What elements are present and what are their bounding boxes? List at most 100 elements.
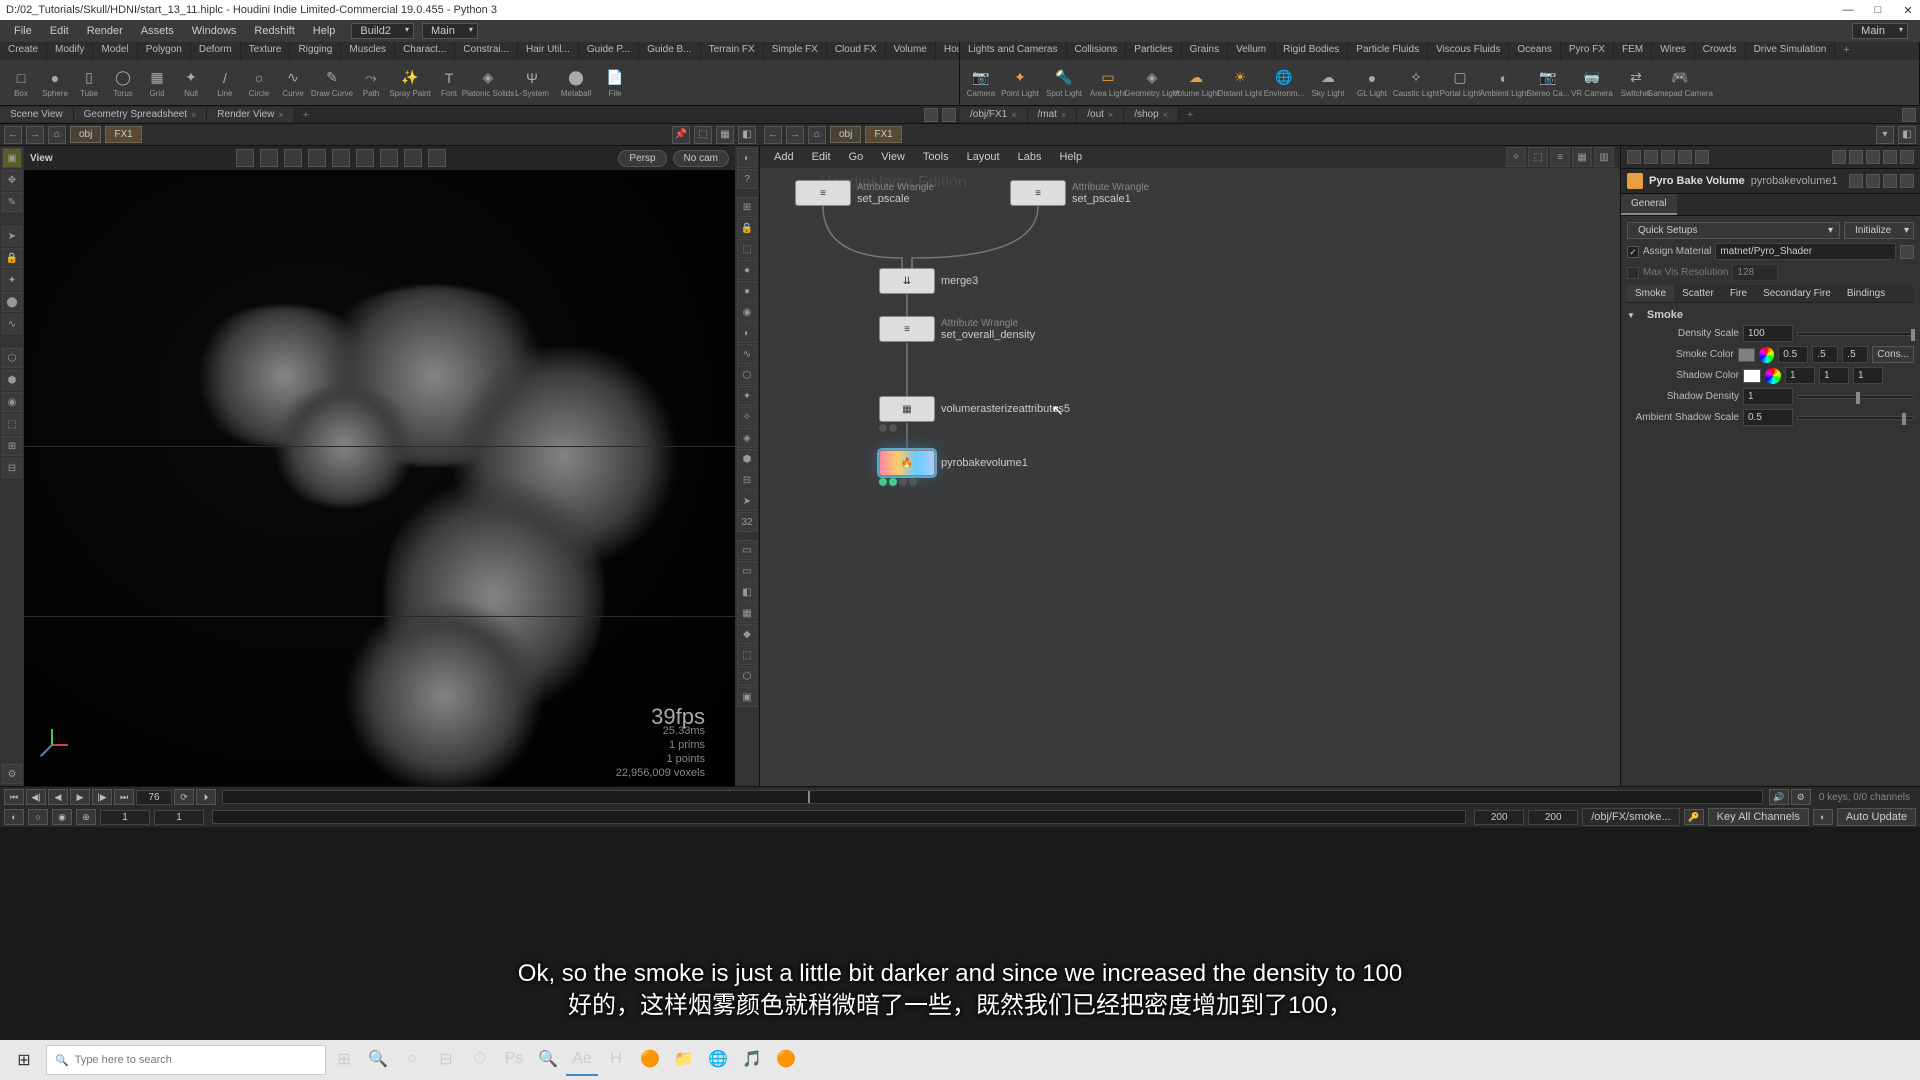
timeline-playrev-button[interactable]: ◀ [48, 789, 68, 805]
taskbar-app-icon[interactable]: 📁 [668, 1044, 700, 1076]
display-opt-icon[interactable]: ∿ [737, 344, 757, 364]
key-all-channels-button[interactable]: Key All Channels [1708, 808, 1809, 826]
timeline-play-button[interactable]: ▶ [70, 789, 90, 805]
path-home-icon[interactable]: ⌂ [808, 126, 826, 144]
shelf-tab[interactable]: Polygon [138, 42, 191, 60]
display-opt-icon[interactable]: ▭ [737, 561, 757, 581]
display-opt-icon[interactable]: ◐ [737, 148, 757, 168]
shelf-tab[interactable]: Houdini [936, 42, 960, 60]
shelf-tool-box[interactable]: □Box [4, 62, 38, 103]
shelf-tool-environm-[interactable]: 🌐Environm... [1262, 62, 1306, 103]
smoke-color-r-input[interactable] [1778, 346, 1808, 363]
shelf-tool-gl-light[interactable]: ●GL Light [1350, 62, 1394, 103]
shelf-tab[interactable]: Charact... [395, 42, 455, 60]
path-seg-obj[interactable]: obj [830, 126, 861, 143]
max-vis-input[interactable] [1732, 264, 1778, 281]
close-icon[interactable]: × [1011, 110, 1016, 120]
shelf-tool-spot-light[interactable]: 🔦Spot Light [1042, 62, 1086, 103]
taskbar-search[interactable]: 🔍 Type here to search [46, 1045, 326, 1075]
tool-icon[interactable]: ✦ [2, 270, 22, 290]
chevron-down-icon[interactable]: ▼ [1627, 311, 1635, 320]
display-opt-icon[interactable]: 32 [737, 512, 757, 532]
quick-setups-dropdown[interactable]: Quick Setups▾ [1627, 222, 1840, 239]
shelf-tool-circle[interactable]: ○Circle [242, 62, 276, 103]
frame-end-input[interactable] [1474, 810, 1524, 825]
timeline-track[interactable] [222, 790, 1763, 804]
subtab-fire[interactable]: Fire [1722, 285, 1755, 302]
display-opt-icon[interactable]: ⬢ [737, 449, 757, 469]
pane-tab-render-view[interactable]: Render View× [207, 107, 294, 122]
param-toolbar-icon[interactable] [1695, 150, 1709, 164]
param-toolbar-icon[interactable] [1832, 150, 1846, 164]
shelf-tab[interactable]: Vellum [1228, 42, 1275, 60]
smoke-color-b-input[interactable] [1842, 346, 1868, 363]
param-toolbar-icon[interactable] [1678, 150, 1692, 164]
camera-persp-dropdown[interactable]: Persp [618, 150, 666, 167]
param-toolbar-icon[interactable] [1661, 150, 1675, 164]
shelf-tool-point-light[interactable]: ✦Point Light [998, 62, 1042, 103]
search-icon[interactable] [1883, 174, 1897, 188]
shelf-tool-area-light[interactable]: ▭Area Light [1086, 62, 1130, 103]
shelf-tool-sky-light[interactable]: ☁Sky Light [1306, 62, 1350, 103]
shelf-tool-gamepad-camera[interactable]: 🎮Gamepad Camera [1658, 62, 1702, 103]
display-opt-icon[interactable]: ? [737, 169, 757, 189]
color-picker-icon[interactable] [1759, 347, 1774, 363]
taskbar-app-icon[interactable]: Ps [498, 1044, 530, 1076]
menu-help[interactable]: Help [305, 23, 344, 39]
snap-tool-icon[interactable]: ⬡ [2, 348, 22, 368]
display-opt-icon[interactable]: ➤ [737, 491, 757, 511]
timeline-opt-icon[interactable]: ○ [28, 809, 48, 825]
window-minimize[interactable]: — [1842, 4, 1854, 17]
net-menu-edit[interactable]: Edit [804, 149, 839, 165]
menu-render[interactable]: Render [79, 23, 131, 39]
shadow-color-b-input[interactable] [1853, 367, 1883, 384]
pane-tab-out[interactable]: /out× [1077, 107, 1124, 122]
path-back-button[interactable]: ← [764, 126, 782, 144]
shelf-tab[interactable]: Model [93, 42, 137, 60]
close-icon[interactable]: × [191, 110, 196, 120]
node-merge3[interactable]: ⇊ merge3 [879, 268, 978, 294]
taskbar-app-icon[interactable]: ⏱ [464, 1044, 496, 1076]
taskbar-app-icon[interactable]: 🔍 [362, 1044, 394, 1076]
shelf-tool-sphere[interactable]: ●Sphere [38, 62, 72, 103]
viewport-display-icon[interactable] [428, 149, 446, 167]
snap-tool-icon[interactable]: ⬢ [2, 370, 22, 390]
shelf-tool-tube[interactable]: ▯Tube [72, 62, 106, 103]
current-frame-input[interactable] [136, 790, 172, 805]
shadow-density-input[interactable] [1743, 388, 1793, 405]
gear-icon[interactable] [1849, 174, 1863, 188]
frame-range-track[interactable] [212, 810, 1466, 824]
shelf-tab[interactable]: Crowds [1695, 42, 1746, 60]
path-pin-icon[interactable]: 📌 [672, 126, 690, 144]
close-icon[interactable]: × [1163, 110, 1168, 120]
pane-tab-shop[interactable]: /shop× [1124, 107, 1179, 122]
pane-tab-obj-fx1[interactable]: /obj/FX1× [960, 107, 1028, 122]
viewport-display-icon[interactable] [236, 149, 254, 167]
taskbar-app-icon[interactable]: H [600, 1044, 632, 1076]
arrow-tool-icon[interactable]: ➤ [2, 226, 22, 246]
shelf-tool-caustic-light[interactable]: ✧Caustic Light [1394, 62, 1438, 103]
close-icon[interactable]: × [1061, 110, 1066, 120]
shelf-tool-null[interactable]: ✦Null [174, 62, 208, 103]
desktop-selector-1[interactable]: Build2 [351, 23, 414, 39]
shadow-color-swatch[interactable] [1743, 369, 1761, 383]
param-toolbar-icon[interactable] [1883, 150, 1897, 164]
param-toolbar-icon[interactable] [1627, 150, 1641, 164]
shelf-tool-curve[interactable]: ∿Curve [276, 62, 310, 103]
shelf-tab[interactable]: Modify [47, 42, 93, 60]
shelf-tab[interactable]: Wires [1652, 42, 1695, 60]
density-scale-input[interactable] [1743, 325, 1793, 342]
net-menu-view[interactable]: View [873, 149, 913, 165]
window-close[interactable]: ✕ [1902, 4, 1914, 17]
viewport-display-icon[interactable] [404, 149, 422, 167]
path-seg-fx1[interactable]: FX1 [105, 126, 141, 143]
shelf-tab[interactable]: Lights and Cameras [960, 42, 1067, 60]
shelf-tab[interactable]: Oceans [1509, 42, 1560, 60]
pane-tab-add[interactable]: + [1179, 107, 1201, 123]
display-opt-icon[interactable]: ⊟ [737, 470, 757, 490]
viewport-display-icon[interactable] [356, 149, 374, 167]
shadow-color-g-input[interactable] [1819, 367, 1849, 384]
timeline-opt-icon[interactable]: ◐ [1813, 809, 1833, 825]
net-toolbar-icon[interactable]: ▦ [1572, 147, 1592, 167]
reload-icon[interactable] [1866, 174, 1880, 188]
